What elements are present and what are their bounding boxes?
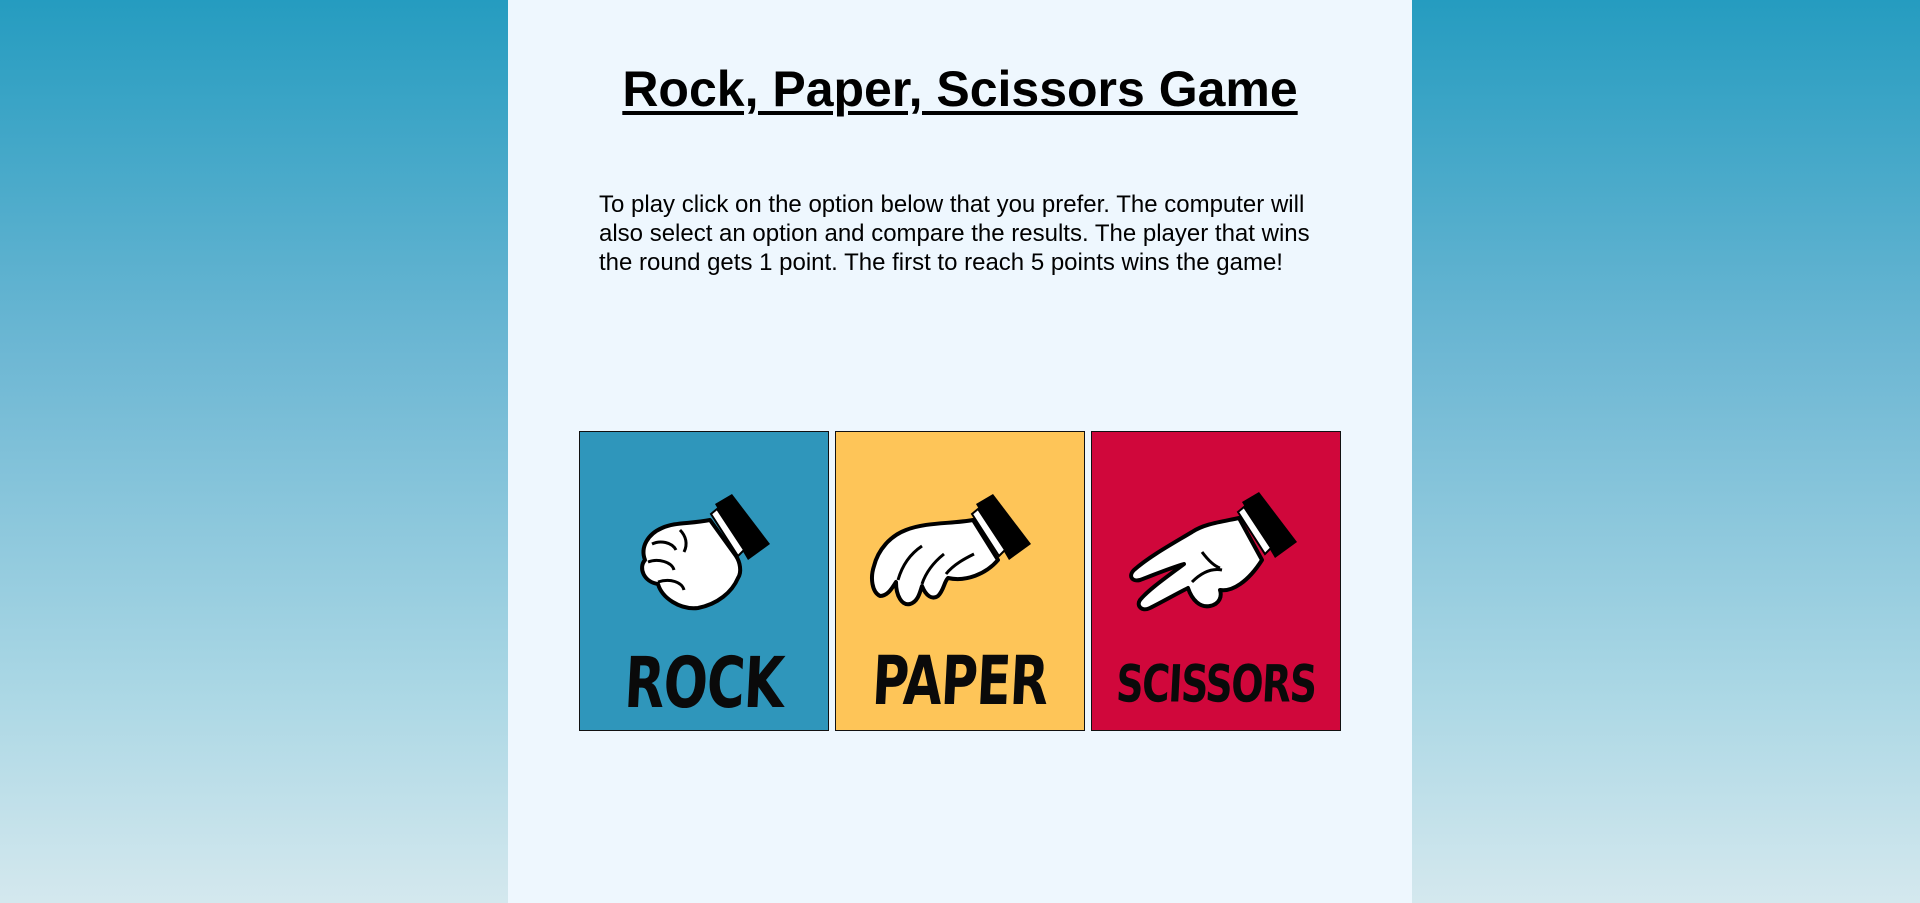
game-panel: Rock, Paper, Scissors Game To play click… — [508, 0, 1412, 903]
scissors-label: SCISSORS — [1114, 654, 1318, 714]
scissors-option-button[interactable]: SCISSORS — [1091, 431, 1341, 731]
paper-option-button[interactable]: PAPER — [835, 431, 1085, 731]
rock-option-button[interactable]: ROCK — [579, 431, 829, 731]
paper-label: PAPER — [870, 641, 1050, 721]
instructions-text: To play click on the option below that y… — [599, 191, 1310, 276]
rock-label: ROCK — [622, 643, 786, 725]
page-title: Rock, Paper, Scissors Game — [622, 61, 1298, 117]
